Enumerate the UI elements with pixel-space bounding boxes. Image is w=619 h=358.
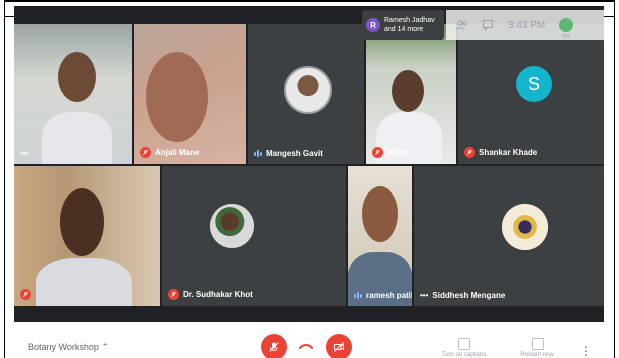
- meet-window: ••• Anjali Mane Mangesh Gavit Vikas S Sh…: [14, 6, 604, 358]
- tile-name: •••: [20, 149, 32, 158]
- mic-off-icon: [269, 342, 279, 352]
- mic-toggle-button[interactable]: [261, 334, 287, 358]
- tile-name: [20, 289, 35, 300]
- self-avatar[interactable]: you: [559, 18, 574, 39]
- person-body: [42, 112, 112, 164]
- chevron-up-icon: ⌃: [101, 342, 109, 352]
- tile-name: Dr. Sudhakar Khot: [168, 289, 253, 300]
- participant-tile-8[interactable]: ramesh patil: [348, 166, 412, 306]
- participant-initial-avatar: R: [366, 18, 380, 32]
- bottom-toolbar: Botany Workshop ⌃ Turn on captions Prese…: [14, 322, 604, 358]
- top-icons: 3:43 PM you: [446, 10, 604, 40]
- avatar-photo: [502, 204, 548, 250]
- hang-up-icon[interactable]: [299, 344, 313, 350]
- person-head: [392, 70, 424, 112]
- top-bar: R Ramesh Jadhav and 14 more 3:43 PM you: [14, 6, 604, 46]
- participant-tile-7[interactable]: Dr. Sudhakar Khot: [162, 166, 346, 306]
- participant-avatar: [210, 204, 254, 248]
- participant-avatar: S: [516, 66, 552, 102]
- tile-name: Anjali Mane: [140, 147, 199, 158]
- tile-name: ••• Siddhesh Mengane: [420, 291, 506, 300]
- person-head: [362, 186, 398, 242]
- clock-time: 3:43 PM: [508, 19, 546, 31]
- present-label[interactable]: Present now: [510, 352, 564, 358]
- more-dots-icon: •••: [20, 149, 29, 158]
- participants-chip[interactable]: R Ramesh Jadhav and 14 more: [362, 10, 444, 40]
- captions-label[interactable]: Turn on captions: [434, 352, 494, 358]
- tile-name: ramesh patil: [354, 291, 412, 300]
- camera-toggle-button[interactable]: [326, 334, 352, 358]
- mic-off-icon: [464, 147, 475, 158]
- person-head: [146, 52, 208, 142]
- mic-off-icon: [372, 147, 383, 158]
- more-dots-icon: •••: [420, 291, 429, 300]
- meeting-title[interactable]: Botany Workshop ⌃: [28, 342, 109, 353]
- camera-off-icon: [334, 342, 344, 352]
- chat-icon[interactable]: [482, 19, 494, 31]
- more-options-icon[interactable]: ⋮: [580, 344, 592, 358]
- mic-off-icon: [140, 147, 151, 158]
- mic-off-icon: [168, 289, 179, 300]
- participant-tile-9[interactable]: ••• Siddhesh Mengane: [414, 166, 604, 306]
- speaking-indicator-icon: [354, 292, 362, 299]
- tile-name: Mangesh Gavit: [254, 149, 323, 158]
- present-icon[interactable]: [532, 338, 544, 350]
- avatar-photo: [286, 68, 330, 112]
- participant-tile-6[interactable]: [14, 166, 160, 306]
- participant-avatar: [284, 66, 332, 114]
- avatar-photo: [210, 204, 254, 248]
- tile-name: Shankar Khade: [464, 147, 537, 158]
- participants-chip-text: Ramesh Jadhav and 14 more: [384, 17, 435, 33]
- speaking-indicator-icon: [254, 150, 262, 157]
- person-head: [58, 52, 96, 102]
- people-icon[interactable]: [456, 19, 468, 31]
- mic-off-icon: [20, 289, 31, 300]
- captions-icon[interactable]: [458, 338, 470, 350]
- person-body: [36, 258, 132, 306]
- person-head: [60, 188, 104, 256]
- tile-name: Vikas: [372, 147, 408, 158]
- participant-avatar: [502, 204, 548, 250]
